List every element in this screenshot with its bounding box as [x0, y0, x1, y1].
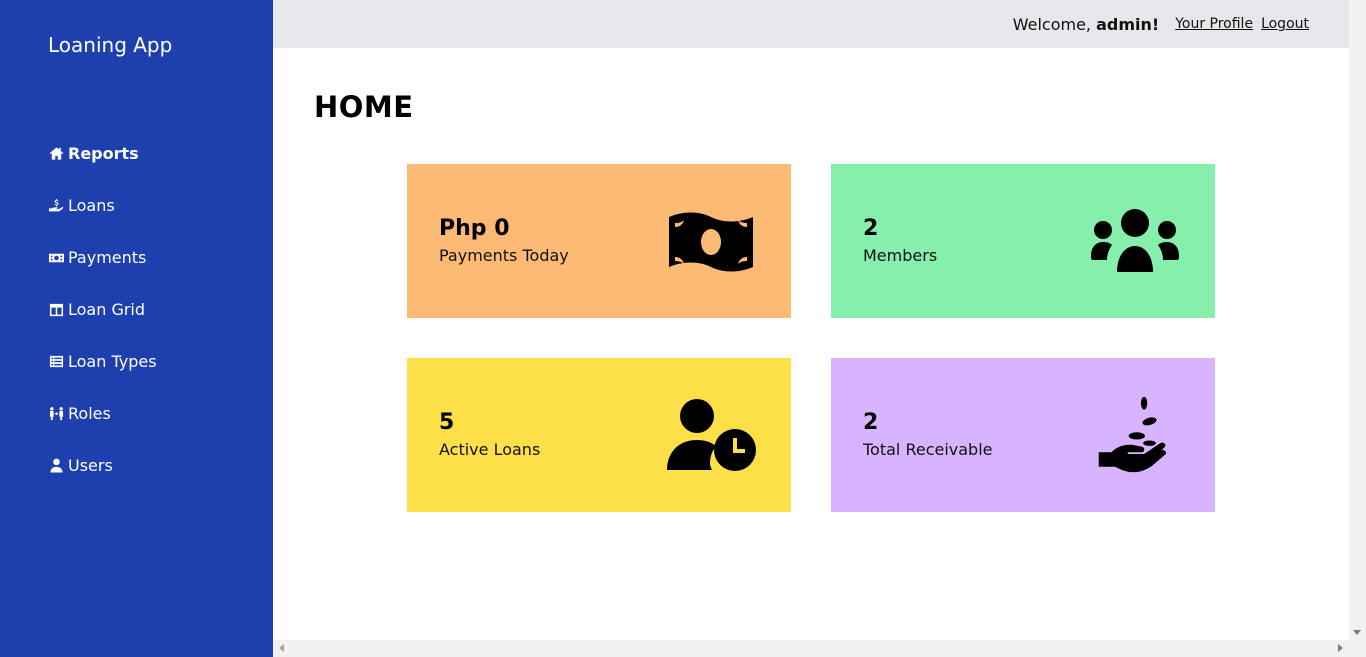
sidebar-item-label: Reports	[68, 143, 139, 163]
card-label: Payments Today	[439, 246, 569, 265]
users-group-icon	[1087, 201, 1183, 281]
logout-link[interactable]: Logout	[1261, 16, 1309, 32]
hand-dollar-icon	[48, 197, 64, 213]
sidebar-item-label: Roles	[68, 403, 111, 423]
sidebar-item-label: Loan Types	[68, 351, 157, 371]
sidebar-item-payments[interactable]: Payments	[48, 244, 157, 270]
horizontal-scrollbar[interactable]	[273, 640, 1349, 657]
sidebar: Loaning App Reports Loans Payments Loan …	[0, 0, 273, 657]
card-value: 2	[863, 410, 879, 435]
sidebar-item-loans[interactable]: Loans	[48, 192, 157, 218]
stat-card-active-loans[interactable]: 5 Active Loans	[407, 358, 791, 512]
stat-card-total-receivable[interactable]: 2 Total Receivable	[831, 358, 1215, 512]
money-bill-icon	[48, 249, 64, 265]
card-value: 2	[863, 216, 879, 241]
sidebar-item-loan-types[interactable]: Loan Types	[48, 348, 157, 374]
grid-icon	[48, 301, 64, 317]
card-text: 2 Members	[863, 214, 937, 268]
home-icon	[48, 145, 64, 161]
top-bar: Welcome, admin! Your Profile Logout	[273, 0, 1349, 48]
app-title[interactable]: Loaning App	[48, 33, 172, 57]
scroll-right-arrow-icon[interactable]	[1338, 644, 1343, 652]
card-label: Total Receivable	[863, 440, 993, 459]
page-title: HOME	[314, 90, 414, 124]
card-text: 2 Total Receivable	[863, 408, 993, 462]
sidebar-item-label: Users	[68, 455, 113, 475]
user-icon	[48, 457, 64, 473]
card-value: 5	[439, 410, 455, 435]
hand-coins-icon	[1087, 395, 1183, 475]
user-clock-icon	[663, 395, 759, 475]
sidebar-item-label: Loan Grid	[68, 299, 146, 319]
list-icon	[48, 353, 64, 369]
card-label: Active Loans	[439, 440, 541, 459]
sidebar-nav: Reports Loans Payments Loan Grid Loan Ty…	[48, 140, 157, 504]
sidebar-item-label: Payments	[68, 247, 147, 267]
welcome-prefix: Welcome,	[1012, 14, 1097, 34]
sidebar-item-roles[interactable]: Roles	[48, 400, 157, 426]
sidebar-item-label: Loans	[68, 195, 115, 215]
card-label: Members	[863, 246, 938, 265]
main-content: HOME Php 0 Payments Today 2 Members 5 Ac…	[273, 48, 1349, 640]
sidebar-item-reports[interactable]: Reports	[48, 140, 157, 166]
your-profile-link[interactable]: Your Profile	[1175, 16, 1253, 32]
card-text: Php 0 Payments Today	[439, 214, 569, 268]
money-bill-icon	[663, 201, 759, 281]
people-arrows-icon	[48, 405, 64, 421]
username: admin!	[1096, 14, 1160, 34]
card-value: Php 0	[439, 216, 510, 241]
welcome-message: Welcome, admin!	[1013, 15, 1159, 34]
card-text: 5 Active Loans	[439, 408, 540, 462]
stat-card-payments-today[interactable]: Php 0 Payments Today	[407, 164, 791, 318]
sidebar-item-loan-grid[interactable]: Loan Grid	[48, 296, 157, 322]
stat-card-members[interactable]: 2 Members	[831, 164, 1215, 318]
scroll-down-arrow-icon[interactable]	[1353, 630, 1361, 635]
vertical-scrollbar[interactable]	[1349, 0, 1366, 657]
sidebar-item-users[interactable]: Users	[48, 452, 157, 478]
scroll-left-arrow-icon[interactable]	[279, 644, 284, 652]
